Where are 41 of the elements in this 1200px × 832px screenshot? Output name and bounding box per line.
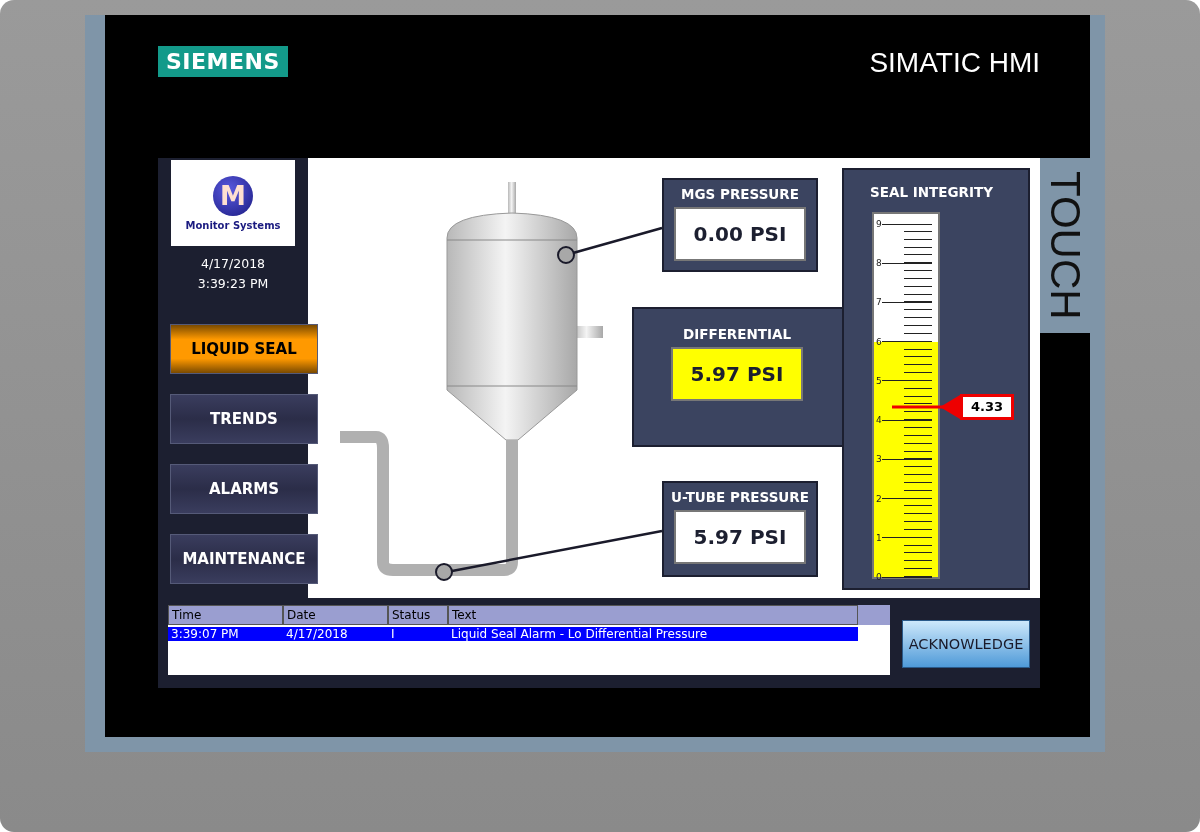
table-cell-text: Liquid Seal Alarm - Lo Differential Pressure: [450, 627, 709, 641]
table-cell-text: 4/17/2018: [285, 627, 349, 641]
clock-time: 3:39:23 PM: [197, 275, 269, 293]
column-header[interactable]: Text: [448, 605, 858, 625]
scale-label: 0: [876, 571, 882, 583]
scale-label: 7: [876, 296, 882, 309]
touch-label: TOUCH: [1040, 158, 1090, 333]
readout-value: 5.97 PSI: [671, 347, 803, 401]
sensor-point: [557, 246, 575, 264]
nav-button[interactable]: LIQUID SEAL: [170, 324, 318, 374]
column-header[interactable]: Status: [388, 605, 448, 625]
scale-label: 4: [876, 414, 882, 427]
readout-value: 5.97 PSI: [674, 510, 806, 564]
clock-date: 4/17/2018: [200, 255, 266, 273]
readout-label: MGS PRESSURE: [681, 186, 799, 202]
scale-label: 2: [876, 492, 882, 505]
gauge-title: SEAL INTEGRITY: [870, 184, 994, 200]
column-header[interactable]: Date: [283, 605, 388, 625]
readout-label: U-TUBE PRESSURE: [671, 489, 809, 505]
sensor-point: [435, 563, 453, 581]
scale-label: 3: [876, 453, 882, 466]
scale-label: 8: [876, 257, 882, 270]
alarm-row[interactable]: 3:39:07 PM 4/17/2018 I Liquid Seal Alarm - Lo Differential Pressure: [168, 627, 858, 641]
nav-button[interactable]: MAINTENANCE: [170, 534, 318, 584]
scale-label: 6: [876, 335, 882, 348]
model-label: SIMATIC HMI: [869, 47, 1040, 79]
readout-label: DIFFERENTIAL: [682, 326, 792, 342]
readout-value: 0.00 PSI: [674, 207, 806, 261]
table-cell-text: I: [390, 627, 396, 641]
table-cell-text: 3:39:07 PM: [170, 627, 240, 641]
acknowledge-button[interactable]: ACKNOWLEDGE: [902, 620, 1030, 668]
logo-name: Monitor Systems: [185, 219, 281, 231]
scale-label: 5: [876, 374, 882, 387]
scale-label: 9: [876, 218, 882, 230]
nav-button[interactable]: TRENDS: [170, 394, 318, 444]
brand-logo: SIEMENS: [158, 45, 288, 77]
column-header[interactable]: Time: [168, 605, 283, 625]
nav-button[interactable]: ALARMS: [170, 464, 318, 514]
scale-label: 1: [876, 531, 882, 544]
logo-emblem: M: [213, 175, 253, 216]
pointer-reading: 4.33: [960, 394, 1015, 421]
